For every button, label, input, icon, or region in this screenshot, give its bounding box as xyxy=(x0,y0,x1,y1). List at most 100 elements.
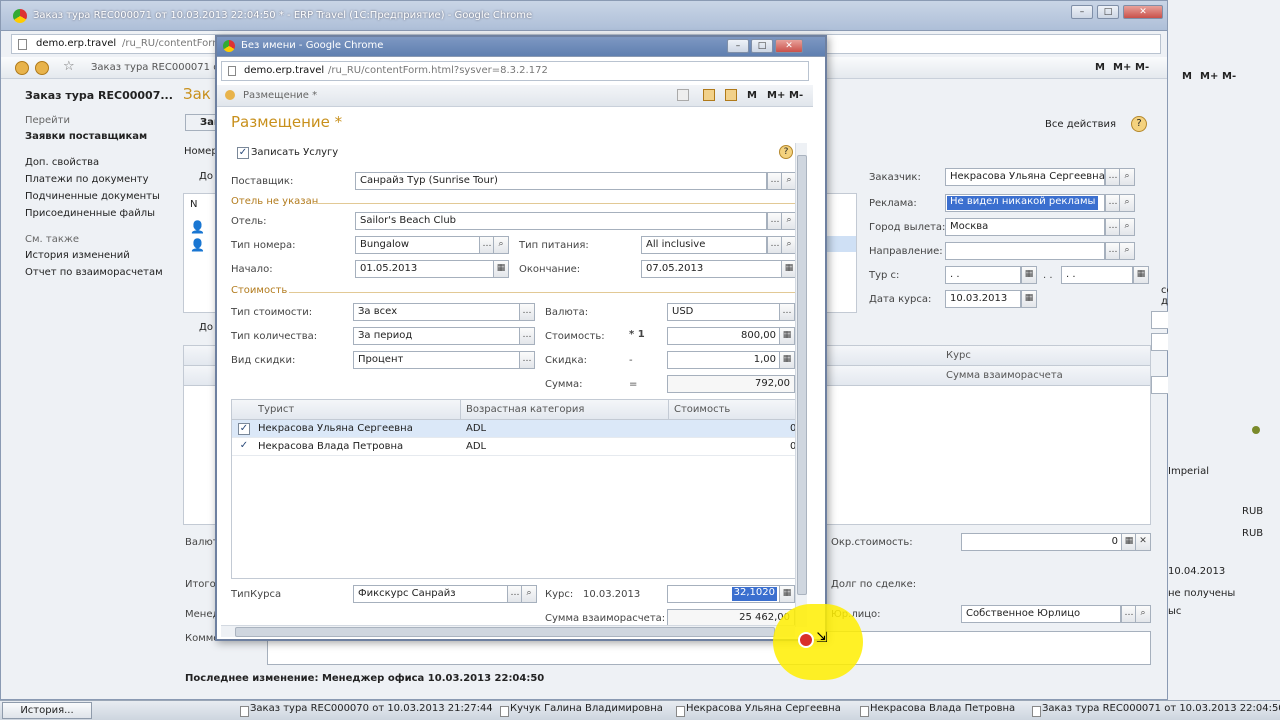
nav-item-payments[interactable]: Платежи по документу xyxy=(25,174,149,185)
m-plus-button-2[interactable]: M+ xyxy=(1200,71,1218,82)
vertical-scrollbar-thumb[interactable] xyxy=(797,155,807,595)
cost-type-select-button[interactable]: … xyxy=(519,303,535,321)
discount-calc-icon[interactable]: ▦ xyxy=(779,351,795,369)
tour-to-calendar-icon[interactable]: ▦ xyxy=(1133,266,1149,284)
room-type-field[interactable]: Bungalow xyxy=(355,236,481,254)
table-row[interactable]: ✓ Некрасова Влада Петровна ADL 0 xyxy=(232,438,796,456)
end-date-field[interactable]: 07.05.2013 xyxy=(641,260,783,278)
popup-maximize-button[interactable]: □ xyxy=(751,39,773,53)
popup-help-icon[interactable]: ? xyxy=(779,145,793,159)
row-checkbox[interactable]: ✓ xyxy=(238,423,250,435)
tour-to-field[interactable]: . . xyxy=(1061,266,1133,284)
help-icon[interactable]: ? xyxy=(1131,116,1147,132)
currency-field[interactable]: USD xyxy=(667,303,781,321)
bg-grid-col-n: N xyxy=(190,199,198,210)
vertical-scrollbar[interactable] xyxy=(795,143,807,627)
maximize-button[interactable]: □ xyxy=(1097,5,1119,19)
rate-type-search-icon[interactable]: ⌕ xyxy=(521,585,537,603)
back-icon[interactable] xyxy=(15,61,29,75)
m-plus-button[interactable]: M+ xyxy=(1113,62,1131,73)
url-host: demo.erp.travel xyxy=(36,38,117,49)
ad-field[interactable]: Не видел никакой рекламы xyxy=(945,194,1105,212)
bg-add-button-2[interactable]: До xyxy=(185,322,213,333)
direction-field[interactable] xyxy=(945,242,1105,260)
cost-calc-icon[interactable]: ▦ xyxy=(779,327,795,345)
horizontal-scrollbar[interactable] xyxy=(221,625,795,637)
popup-address-bar[interactable]: demo.erp.travel /ru_RU/contentForm.html?… xyxy=(221,61,809,81)
discount-type-field[interactable]: Процент xyxy=(353,351,521,369)
nav-item-settlement-report[interactable]: Отчет по взаиморасчетам xyxy=(25,267,163,278)
popup-m-button[interactable]: M xyxy=(747,90,757,101)
direction-search-icon[interactable]: ⌕ xyxy=(1119,242,1135,260)
supplier-field[interactable]: Санрайз Тур (Sunrise Tour) xyxy=(355,172,767,190)
city-search-icon[interactable]: ⌕ xyxy=(1119,218,1135,236)
rate-calc-icon[interactable]: ▦ xyxy=(779,585,795,603)
tour-from-field[interactable]: . . xyxy=(945,266,1021,284)
rate-type-field[interactable]: Фикскурс Санрайз xyxy=(353,585,509,603)
bg-col-kurs: Курс xyxy=(946,350,971,361)
popup-m-plus-button[interactable]: M+ xyxy=(767,90,785,101)
start-calendar-icon[interactable]: ▦ xyxy=(493,260,509,278)
taskbar-item[interactable]: Заказ тура REC000071 от 10.03.2013 22:04… xyxy=(1030,703,1280,719)
m-minus-button[interactable]: M- xyxy=(1135,62,1149,73)
nav-item-subdocs[interactable]: Подчиненные документы xyxy=(25,191,160,202)
city-field[interactable]: Москва xyxy=(945,218,1105,236)
taskbar-item[interactable]: Некрасова Ульяна Сергеевна xyxy=(674,703,841,719)
tourist-table: Турист Возрастная категория Стоимость ✓ … xyxy=(231,399,797,579)
horizontal-scrollbar-thumb[interactable] xyxy=(235,627,775,637)
favorite-icon[interactable]: ☆ xyxy=(63,59,75,74)
qty-type-field[interactable]: За период xyxy=(353,327,521,345)
cost-type-field[interactable]: За всех xyxy=(353,303,521,321)
taskbar-start-button[interactable]: История... xyxy=(2,702,92,719)
legal-search-icon[interactable]: ⌕ xyxy=(1135,605,1151,623)
round-cost-clear-icon[interactable]: ✕ xyxy=(1135,533,1151,551)
room-type-search-icon[interactable]: ⌕ xyxy=(493,236,509,254)
popup-tool-2-icon[interactable] xyxy=(703,89,715,101)
cost-field[interactable]: 800,00 xyxy=(667,327,781,345)
taskbar-item[interactable]: Некрасова Влада Петровна xyxy=(858,703,1015,719)
forward-icon[interactable] xyxy=(35,61,49,75)
hotel-field[interactable]: Sailor's Beach Club xyxy=(355,212,767,230)
taskbar-item[interactable]: Заказ тура REC000070 от 10.03.2013 21:27… xyxy=(238,703,493,719)
minimize-button[interactable]: – xyxy=(1071,5,1093,19)
m-minus-button-2[interactable]: M- xyxy=(1222,71,1236,82)
bg-add-button[interactable]: До xyxy=(185,171,213,182)
m-button-2[interactable]: M xyxy=(1182,71,1192,82)
save-service-checkbox[interactable]: ✓ xyxy=(237,147,249,159)
qty-type-select-button[interactable]: … xyxy=(519,327,535,345)
row-checkbox[interactable]: ✓ xyxy=(238,441,250,453)
currency-select-button[interactable]: … xyxy=(779,303,795,321)
customer-search-icon[interactable]: ⌕ xyxy=(1119,168,1135,186)
discount-field[interactable]: 1,00 xyxy=(667,351,781,369)
round-cost-field[interactable]: 0 xyxy=(961,533,1123,551)
popup-close-button[interactable]: ✕ xyxy=(775,39,803,53)
rate-field[interactable]: 32,1020 xyxy=(667,585,781,603)
nav-item-supplier-requests[interactable]: Заявки поставщикам xyxy=(25,131,147,142)
start-date-field[interactable]: 01.05.2013 xyxy=(355,260,495,278)
ad-search-icon[interactable]: ⌕ xyxy=(1119,194,1135,212)
rate-date-calendar-icon[interactable]: ▦ xyxy=(1021,290,1037,308)
table-row[interactable]: ✓ Некрасова Ульяна Сергеевна ADL 0 xyxy=(232,420,796,438)
popup-m-minus-button[interactable]: M- xyxy=(789,90,803,101)
col-cost[interactable]: Стоимость xyxy=(674,404,730,415)
nav-item-extra-props[interactable]: Доп. свойства xyxy=(25,157,99,168)
m-button[interactable]: M xyxy=(1095,62,1105,73)
customer-field[interactable]: Некрасова Ульяна Сергеевна xyxy=(945,168,1105,186)
bg-valuta-label: Валют xyxy=(185,537,219,548)
col-age[interactable]: Возрастная категория xyxy=(466,404,584,415)
tour-from-calendar-icon[interactable]: ▦ xyxy=(1021,266,1037,284)
popup-tool-1-icon[interactable] xyxy=(677,89,689,101)
discount-type-select-button[interactable]: … xyxy=(519,351,535,369)
nav-item-files[interactable]: Присоединенные файлы xyxy=(25,208,155,219)
save-service-label[interactable]: Записать Услугу xyxy=(251,147,338,158)
bg-all-actions[interactable]: Все действия xyxy=(1045,119,1116,130)
nav-item-history[interactable]: История изменений xyxy=(25,250,130,261)
legal-field[interactable]: Собственное Юрлицо xyxy=(961,605,1121,623)
meal-type-field[interactable]: All inclusive xyxy=(641,236,767,254)
popup-tool-3-icon[interactable] xyxy=(725,89,737,101)
close-button[interactable]: ✕ xyxy=(1123,5,1163,19)
rate-date-field[interactable]: 10.03.2013 xyxy=(945,290,1021,308)
taskbar-item[interactable]: Кучук Галина Владимировна xyxy=(498,703,663,719)
popup-minimize-button[interactable]: – xyxy=(727,39,749,53)
col-tourist[interactable]: Турист xyxy=(258,404,294,415)
